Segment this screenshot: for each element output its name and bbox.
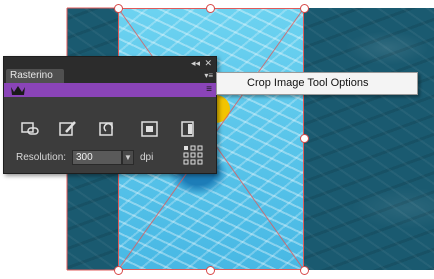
crop-handle-middle-right[interactable] [300, 134, 309, 143]
crop-handle-top-right[interactable] [300, 4, 309, 13]
crop-handle-top-center[interactable] [206, 4, 215, 13]
crop-handle-bottom-center[interactable] [206, 266, 215, 275]
panel-menu-button[interactable]: ▾≡ [204, 71, 213, 81]
crop-handle-bottom-left[interactable] [114, 266, 123, 275]
panel-header-bar: ≡ [4, 83, 216, 97]
resolution-input[interactable]: 300 [72, 150, 122, 165]
crop-image-icon [141, 121, 158, 137]
brush-image-tool-button[interactable] [56, 119, 80, 139]
menu-item-crop-image-tool-options[interactable]: Crop Image Tool Options [247, 77, 368, 89]
brush-image-icon [59, 121, 76, 136]
tab-rasterino[interactable]: Rasterino [6, 69, 64, 83]
crop-image-tool-button[interactable] [138, 119, 162, 139]
crop-handle-top-left[interactable] [114, 4, 123, 13]
rotate-image-tool-button[interactable] [96, 119, 120, 139]
link-image-tool-button[interactable] [18, 119, 42, 139]
resolution-unit-label: dpi [140, 152, 154, 163]
crop-handle-bottom-right[interactable] [300, 266, 309, 275]
panel-top-bar: ◂◂ ✕ [4, 57, 216, 69]
split-image-icon [181, 121, 194, 137]
close-panel-button[interactable]: ✕ [204, 57, 212, 69]
rotate-image-icon [99, 122, 113, 136]
crown-icon [11, 86, 25, 95]
split-image-tool-button[interactable] [176, 119, 200, 139]
rasterino-panel: ◂◂ ✕ Rasterino ▾≡ ≡ Resolution: 300 ▼ dp… [3, 56, 217, 174]
tool-buttons-row [4, 119, 216, 143]
panel-flyout-menu: Crop Image Tool Options [216, 72, 418, 95]
collapse-panel-button[interactable]: ◂◂ [191, 57, 200, 69]
resolution-label: Resolution: [16, 152, 67, 163]
reference-point-grid-icon[interactable] [182, 145, 204, 165]
link-image-icon [21, 122, 39, 135]
header-menu-icon[interactable]: ≡ [206, 84, 212, 96]
panel-tab-row: Rasterino ▾≡ [4, 69, 216, 83]
resolution-dropdown-button[interactable]: ▼ [122, 150, 134, 165]
resolution-row: Resolution: 300 ▼ dpi [4, 145, 216, 166]
